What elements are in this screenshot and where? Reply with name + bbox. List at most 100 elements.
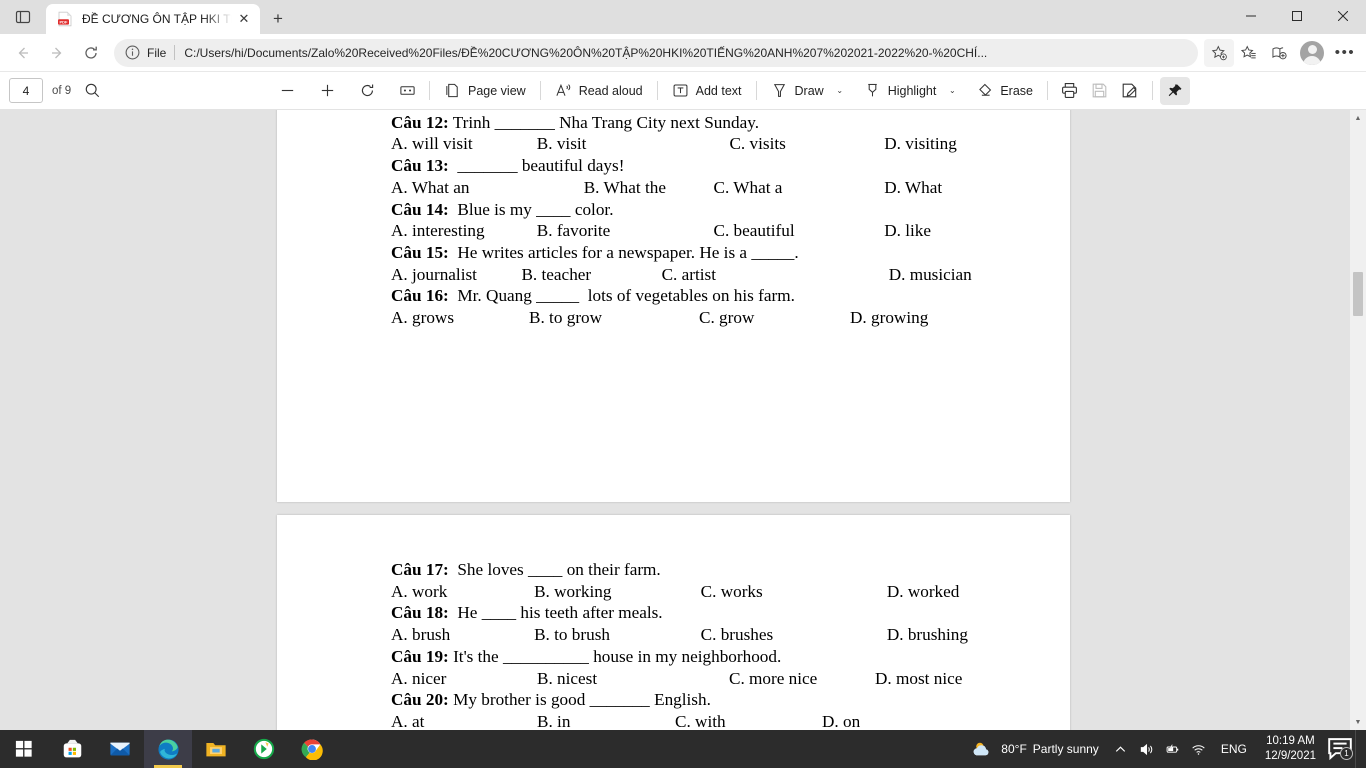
language-indicator[interactable]: ENG: [1212, 742, 1256, 756]
maximize-icon[interactable]: [1274, 0, 1320, 32]
answer-option: D. musician: [888, 264, 972, 284]
microsoft-edge-icon[interactable]: [144, 730, 192, 768]
page-view-button[interactable]: Page view: [437, 77, 533, 105]
rotate-icon[interactable]: [352, 77, 382, 105]
answer-option: A. journalist: [391, 264, 477, 284]
add-text-button[interactable]: Add text: [665, 77, 749, 105]
svg-text:PDF: PDF: [60, 19, 69, 24]
read-aloud-button[interactable]: Read aloud: [548, 77, 650, 105]
highlight-chevron-down-icon[interactable]: ⌄: [943, 77, 961, 105]
scrollbar-thumb[interactable]: [1353, 272, 1363, 316]
answer-option: A. interesting: [391, 221, 485, 241]
clock-time: 10:19 AM: [1266, 735, 1315, 747]
draw-button[interactable]: Draw: [764, 77, 831, 105]
forward-arrow-icon[interactable]: [40, 38, 74, 68]
favorites-list-icon[interactable]: [1234, 39, 1264, 67]
tab-title: ĐỀ CƯƠNG ÔN TẬP HKI TIẾNG A: [82, 12, 232, 26]
answer-option: C. grow: [699, 308, 755, 328]
question-line: Câu 17: She loves ____ on their farm.: [391, 559, 1058, 581]
answer-options-row: A. grows B. to grow C. grow D. growing: [391, 307, 1024, 329]
save-as-icon[interactable]: [1115, 77, 1145, 105]
question-text: She loves ____ on their farm.: [448, 560, 661, 579]
new-tab-button[interactable]: +: [262, 4, 294, 34]
omnibox-divider: [174, 45, 176, 60]
question-label: Câu 18:: [391, 603, 449, 623]
pin-toolbar-button[interactable]: [1159, 76, 1190, 105]
question-line: Câu 20: My brother is good _______ Engli…: [391, 689, 1058, 711]
collections-icon[interactable]: [1264, 39, 1294, 67]
notifications-icon[interactable]: 1: [1325, 730, 1355, 768]
back-arrow-icon[interactable]: [6, 38, 40, 68]
weather-condition: Partly sunny: [1032, 742, 1099, 756]
question-text: My brother is good _______ English.: [448, 690, 711, 710]
battery-icon[interactable]: [1160, 730, 1186, 768]
zoom-out-button[interactable]: [272, 77, 302, 105]
question-text: He ____ his teeth after meals.: [448, 603, 663, 623]
green-app-icon[interactable]: [240, 730, 288, 768]
question-label: Câu 19:: [391, 646, 449, 666]
erase-button[interactable]: Erase: [969, 77, 1040, 105]
close-tab-icon[interactable]: ✕: [232, 7, 256, 31]
taskbar-clock[interactable]: 10:19 AM 12/9/2021: [1256, 734, 1325, 764]
toolbar-divider-3: [656, 81, 658, 100]
pdf-page-2-content: Câu 17: She loves ____ on their farm. A. …: [277, 515, 1070, 730]
answer-options-row: A. brush B. to brush C. brushes D. brushing: [391, 624, 1024, 646]
window-controls: [1228, 0, 1366, 32]
google-chrome-icon[interactable]: [288, 730, 336, 768]
zoom-in-button[interactable]: [312, 77, 342, 105]
browser-tab-active[interactable]: PDF ĐỀ CƯƠNG ÔN TẬP HKI TIẾNG A ✕: [46, 4, 260, 34]
star-plus-icon[interactable]: [1204, 38, 1234, 67]
avatar-head: [1307, 44, 1317, 54]
profile-avatar-icon[interactable]: [1300, 40, 1324, 65]
partly-sunny-icon: [973, 742, 989, 755]
volume-icon[interactable]: [1134, 730, 1160, 768]
close-window-icon[interactable]: [1320, 0, 1366, 32]
toolbar-divider: [429, 81, 430, 100]
draw-chevron-down-icon[interactable]: ⌄: [831, 77, 849, 105]
answer-options-row: A. nicer B. nicest C. more nice D. most nic…: [391, 668, 1024, 690]
answer-option: C. more nice: [729, 668, 818, 688]
toolbar-divider-5: [1046, 81, 1048, 100]
more-options-icon[interactable]: •••: [1330, 39, 1360, 67]
fit-to-page-icon[interactable]: [392, 77, 422, 105]
file-explorer-icon[interactable]: [192, 730, 240, 768]
scroll-up-icon[interactable]: ▲: [1350, 110, 1366, 126]
question-label: Câu 12:: [391, 112, 449, 132]
start-icon[interactable]: [0, 730, 48, 768]
address-url-text[interactable]: C:/Users/hi/Documents/Zalo%20Received%20…: [184, 46, 1194, 60]
address-bar-actions: •••: [1204, 38, 1360, 67]
pdf-viewer[interactable]: A. are playingB. is playingC. playingD. …: [0, 110, 1366, 730]
wifi-icon[interactable]: [1186, 730, 1212, 768]
answer-option: C. brushes: [700, 625, 774, 645]
highlight-button[interactable]: Highlight: [857, 77, 944, 105]
search-icon[interactable]: [77, 77, 107, 105]
show-desktop-button[interactable]: [1355, 730, 1362, 768]
vertical-scrollbar[interactable]: ▲ ▼: [1350, 110, 1366, 730]
print-icon[interactable]: [1055, 77, 1085, 105]
address-input[interactable]: File C:/Users/hi/Documents/Zalo%20Receiv…: [114, 38, 1198, 67]
question-line: Câu 12: Trinh _______ Nha Trang City nex…: [391, 112, 1058, 134]
answer-option: A. grows: [391, 308, 455, 328]
refresh-icon[interactable]: [74, 38, 108, 68]
avatar-body: [1303, 55, 1321, 65]
question-label: Câu 20:: [391, 690, 449, 710]
tab-actions-icon[interactable]: [0, 0, 46, 34]
highlight-label: Highlight: [887, 83, 937, 98]
answer-option: B. to grow: [529, 308, 603, 328]
page-number-input[interactable]: 4: [9, 78, 43, 103]
answer-option: B. favorite: [536, 221, 611, 241]
microsoft-store-icon[interactable]: [48, 730, 96, 768]
page-view-label: Page view: [468, 83, 526, 98]
question-label: Câu 17:: [391, 560, 449, 579]
weather-widget[interactable]: 80°F Partly sunny: [963, 730, 1108, 768]
answer-option: C. works: [700, 581, 763, 601]
minimize-icon[interactable]: [1228, 0, 1274, 32]
answer-option: D. What: [884, 177, 943, 197]
answer-options-row: A. will visit B. visit C. visits D. visitin…: [391, 133, 1024, 155]
show-hidden-icons-chevron-up-icon[interactable]: [1108, 730, 1134, 768]
scroll-down-icon[interactable]: ▼: [1350, 714, 1366, 730]
weather-temperature: 80°F: [1001, 742, 1027, 756]
answer-option: A. will visit: [391, 134, 473, 154]
question-text: Blue is my ____ color.: [448, 199, 614, 219]
mail-icon[interactable]: [96, 730, 144, 768]
